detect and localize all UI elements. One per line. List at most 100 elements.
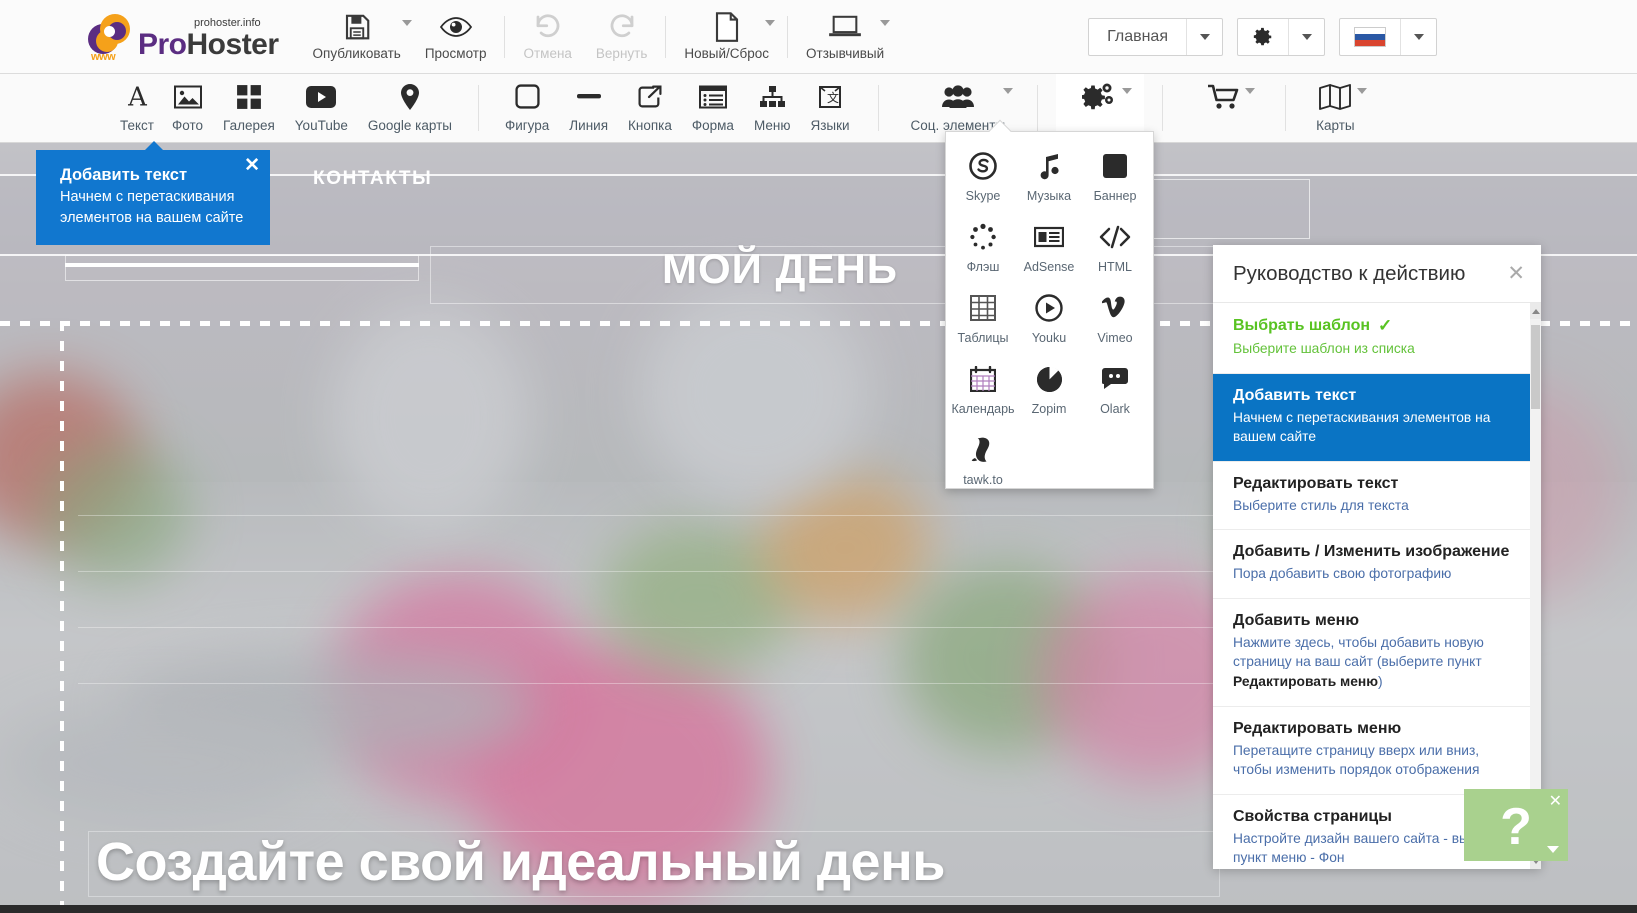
widget-adsense[interactable]: AdSense	[1016, 213, 1082, 284]
widget-skype[interactable]: Skype	[950, 142, 1016, 213]
guide-item-description: Нажмите здесь, чтобы добавить новую стра…	[1233, 633, 1521, 692]
chevron-down-icon	[1200, 34, 1210, 40]
header-left-box	[65, 255, 419, 281]
settings-control[interactable]	[1237, 18, 1325, 56]
widget-calendar[interactable]: Календарь	[950, 355, 1016, 426]
guide-item-edit-text[interactable]: Редактировать текст Выберите стиль для т…	[1213, 462, 1541, 531]
tool-shape[interactable]: Фигура	[495, 74, 559, 143]
responsive-caret-icon[interactable]	[880, 20, 890, 26]
cart-icon	[1207, 82, 1241, 112]
help-close-icon[interactable]: ✕	[1549, 791, 1562, 811]
scroll-up-button[interactable]	[1530, 303, 1541, 319]
logo-name-hoster: Hoster	[187, 28, 279, 61]
tool-languages-label: Языки	[810, 118, 849, 133]
russian-flag-icon[interactable]	[1340, 19, 1400, 55]
flash-spinner-icon	[969, 221, 997, 253]
help-chevron-down-icon[interactable]	[1547, 846, 1559, 853]
tool-form[interactable]: Форма	[682, 74, 744, 143]
guide-item-add-edit-image[interactable]: Добавить / Изменить изображение Пора доб…	[1213, 530, 1541, 599]
scrollbar-thumb[interactable]	[1531, 325, 1540, 409]
widget-olark[interactable]: Olark	[1082, 355, 1148, 426]
music-note-icon	[1036, 150, 1062, 182]
tool-maps-label: Карты	[1316, 118, 1354, 133]
guide-item-add-text[interactable]: Добавить текст Начнем с перетаскивания э…	[1213, 374, 1541, 462]
toolbar2-divider-4	[1162, 85, 1163, 131]
tool-menu[interactable]: Меню	[744, 74, 801, 143]
publish-caret-icon[interactable]	[402, 20, 412, 26]
guide-item-description: Выберите стиль для текста	[1233, 496, 1521, 516]
guide-item-title: Добавить / Изменить изображение	[1233, 543, 1521, 561]
widget-music-label: Музыка	[1027, 189, 1071, 203]
gallery-icon	[236, 82, 262, 112]
settings-arrow[interactable]	[1288, 19, 1324, 55]
logo-name-pro: Pro	[138, 28, 187, 61]
tool-maps[interactable]: Карты	[1304, 74, 1366, 143]
guide-item-title: Добавить меню	[1233, 612, 1521, 630]
page-select-arrow[interactable]	[1186, 19, 1222, 55]
widget-music[interactable]: Музыка	[1016, 142, 1082, 213]
undo-button[interactable]: Отмена	[511, 7, 583, 66]
site-heading[interactable]: Создайте свой идеальный день	[96, 833, 1226, 892]
tool-cart[interactable]	[1181, 74, 1267, 143]
new-page-icon	[714, 11, 740, 43]
new-reset-button[interactable]: Новый/Сброс	[672, 7, 781, 66]
social-elements-caret-icon[interactable]	[1003, 88, 1013, 94]
tool-line[interactable]: Линия	[559, 74, 618, 143]
publish-label: Опубликовать	[313, 46, 401, 61]
maps-caret-icon[interactable]	[1357, 88, 1367, 94]
widget-youku-label: Youku	[1032, 331, 1066, 345]
widget-youku[interactable]: Youku	[1016, 284, 1082, 355]
calendar-icon	[970, 363, 996, 395]
gear-icon[interactable]	[1238, 19, 1288, 55]
guide-item-select-template[interactable]: Выбрать шаблон ✓ Выберите шаблон из спис…	[1213, 303, 1541, 374]
svg-text:文: 文	[827, 90, 839, 105]
redo-label: Вернуть	[596, 46, 647, 61]
tool-button[interactable]: Кнопка	[618, 74, 682, 143]
widget-tawkto[interactable]: tawk.to	[950, 426, 1016, 497]
widgets-caret-icon[interactable]	[1122, 88, 1132, 94]
widget-flash[interactable]: Флэш	[950, 213, 1016, 284]
cart-caret-icon[interactable]	[1245, 88, 1255, 94]
redo-button[interactable]: Вернуть	[584, 7, 659, 66]
widget-html-label: HTML	[1098, 260, 1132, 274]
guide-item-title: Редактировать меню	[1233, 720, 1521, 738]
tooltip-close-icon[interactable]: ✕	[244, 156, 260, 175]
language-control[interactable]	[1339, 18, 1437, 56]
publish-button[interactable]: Опубликовать	[301, 7, 413, 66]
guide-item-description: Перетащите страницу вверх или вниз, чтоб…	[1233, 741, 1521, 780]
tool-google-maps[interactable]: Google карты	[358, 74, 462, 143]
tool-languages[interactable]: 文 Языки	[800, 74, 859, 143]
preview-button[interactable]: Просмотр	[413, 7, 499, 66]
widget-html[interactable]: HTML	[1082, 213, 1148, 284]
tool-menu-label: Меню	[754, 118, 791, 133]
guide-item-edit-menu[interactable]: Редактировать меню Перетащите страницу в…	[1213, 707, 1541, 795]
guide-scrollbar[interactable]	[1530, 303, 1541, 869]
help-button[interactable]: ✕ ?	[1464, 789, 1568, 861]
preview-label: Просмотр	[425, 46, 487, 61]
widget-banner[interactable]: Баннер	[1082, 142, 1148, 213]
page-select[interactable]: Главная	[1088, 18, 1223, 56]
widget-banner-label: Баннер	[1094, 189, 1137, 203]
banner-icon	[1102, 150, 1128, 182]
responsive-button[interactable]: Отзывчивый	[794, 7, 896, 66]
widget-tables[interactable]: Таблицы	[950, 284, 1016, 355]
guide-item-add-menu[interactable]: Добавить меню Нажмите здесь, чтобы добав…	[1213, 599, 1541, 707]
tool-gallery-label: Галерея	[223, 118, 275, 133]
prohoster-logo[interactable]: www prohoster.info ProHoster	[88, 14, 279, 60]
guide-item-description: Пора добавить свою фотографию	[1233, 564, 1521, 584]
html-code-icon	[1099, 221, 1131, 253]
tool-photo[interactable]: Фото	[162, 74, 213, 143]
language-arrow[interactable]	[1400, 19, 1436, 55]
responsive-icon	[828, 11, 862, 43]
widget-zopim[interactable]: Zopim	[1016, 355, 1082, 426]
new-reset-caret-icon[interactable]	[765, 20, 775, 26]
tool-text[interactable]: A Текст	[112, 74, 162, 143]
widget-skype-label: Skype	[966, 189, 1001, 203]
guide-close-icon[interactable]: ✕	[1507, 263, 1525, 284]
tool-gallery[interactable]: Галерея	[213, 74, 285, 143]
site-nav-contacts[interactable]: КОНТАКТЫ	[313, 168, 432, 190]
widget-vimeo[interactable]: Vimeo	[1082, 284, 1148, 355]
toolbar-divider-3	[787, 16, 788, 58]
vimeo-icon	[1101, 292, 1129, 324]
tool-youtube[interactable]: YouTube	[285, 74, 358, 143]
